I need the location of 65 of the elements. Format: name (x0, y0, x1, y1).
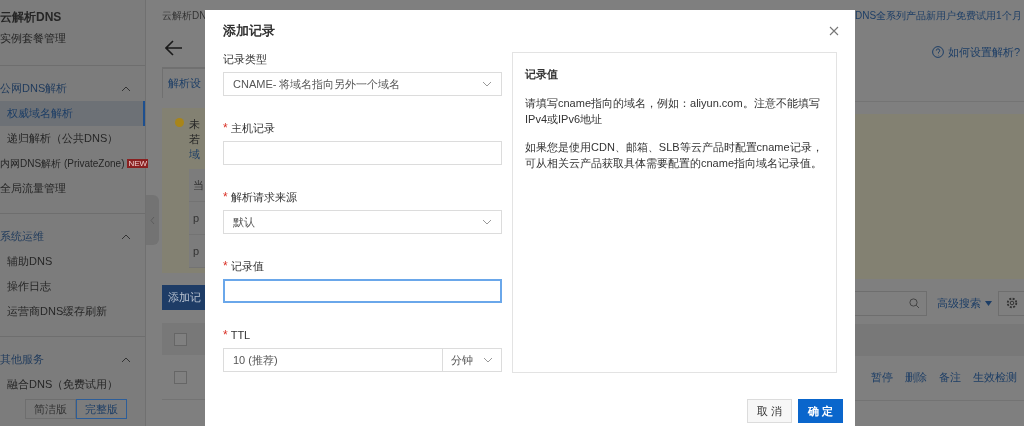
field-label: 解析请求来源 (230, 189, 297, 205)
help-icon (931, 46, 944, 59)
required-mark: * (223, 258, 228, 275)
help-title: 记录值 (525, 67, 559, 82)
sidebar-item[interactable]: 辅助DNS (0, 249, 145, 274)
caret-up-icon (121, 356, 131, 363)
input-field[interactable] (223, 279, 502, 303)
sidebar-item[interactable]: 全局流量管理 (0, 176, 145, 201)
row-action-link[interactable]: 删除 (905, 369, 927, 386)
chevron-down-icon (483, 357, 493, 363)
breadcrumb[interactable]: 云解析DN (162, 8, 205, 22)
sidebar-title: 云解析DNS (0, 9, 63, 26)
collapse-handle[interactable] (146, 195, 159, 245)
sidebar-item[interactable]: 操作日志 (0, 274, 145, 299)
caret-up-icon (121, 233, 131, 240)
checkbox[interactable] (174, 332, 187, 346)
edition-toggle[interactable]: 简洁版 (25, 399, 76, 419)
tab[interactable]: 解析设 (168, 75, 201, 92)
help-text: 请填写cname指向的域名，例如：aliyun.com。注意不能填写IPv4或IPv6地址 (525, 95, 821, 127)
confirm-button[interactable]: 确 定 (798, 399, 843, 423)
checkbox[interactable] (174, 370, 187, 384)
chevron-down-icon (482, 219, 492, 225)
add-record-button[interactable]: 添加记 (162, 285, 205, 310)
sidebar-item[interactable]: 实例套餐管理 (0, 26, 145, 51)
caret-up-icon (121, 85, 131, 92)
notice-link[interactable]: 域 (189, 146, 200, 161)
cancel-button[interactable]: 取 消 (747, 399, 792, 423)
required-mark: * (223, 327, 228, 344)
field-label: 主机记录 (230, 120, 275, 136)
notice-text: 若 (189, 132, 200, 146)
edition-toggle[interactable]: 完整版 (76, 399, 127, 419)
promo-link[interactable]: DNS全系列产品新用户免费试用1个月 (855, 8, 1024, 22)
field-label: 记录值 (230, 258, 264, 274)
dialog-title: 添加记录 (223, 22, 275, 41)
search-icon (909, 297, 920, 309)
caret-down-icon (985, 300, 992, 306)
field-label: 记录类型 (223, 51, 267, 67)
sidebar-item[interactable]: 递归解析（公共DNS） (0, 126, 145, 151)
new-badge: NEW (127, 159, 149, 168)
sidebar-group-header[interactable]: 系统运维 (0, 224, 145, 249)
required-mark: * (223, 189, 228, 206)
row-action-link[interactable]: 暂停 (871, 369, 893, 386)
advanced-search-link[interactable]: 高级搜索 (937, 294, 981, 312)
notice-text: 未 (189, 117, 200, 131)
required-mark: * (223, 120, 228, 137)
sidebar-item[interactable]: 融合DNS（免费试用） (0, 372, 145, 397)
sidebar-item[interactable]: 权威域名解析 (0, 101, 145, 126)
settings-icon (1005, 297, 1018, 309)
unit-select[interactable]: 分钟 (443, 348, 502, 372)
help-text: 如果您是使用CDN、邮箱、SLB等云产品时配置cname记录，可从相关云产品获取具体需要配置的cname指向域名记录值。 (525, 139, 824, 171)
help-link[interactable]: 如何设置解析? (947, 44, 1020, 61)
row-action-link[interactable]: 备注 (939, 369, 961, 386)
field-label: TTL (230, 327, 251, 343)
input-field[interactable]: 10 (推荐) (223, 348, 443, 372)
search-field[interactable] (855, 290, 927, 316)
row-action-link[interactable]: 生效检测 (973, 369, 1017, 386)
settings-button[interactable] (998, 290, 1024, 316)
close-icon[interactable] (829, 26, 839, 36)
sidebar-group-header[interactable]: 公网DNS解析 (0, 76, 145, 101)
back-arrow-icon[interactable] (165, 40, 183, 56)
sidebar-group-header[interactable]: 其他服务 (0, 347, 145, 372)
chevron-down-icon (482, 81, 492, 87)
sidebar-item[interactable]: 运营商DNS缓存刷新 (0, 299, 145, 324)
select-field[interactable]: CNAME- 将域名指向另外一个域名 (223, 72, 502, 96)
select-field[interactable]: 默认 (223, 210, 502, 234)
